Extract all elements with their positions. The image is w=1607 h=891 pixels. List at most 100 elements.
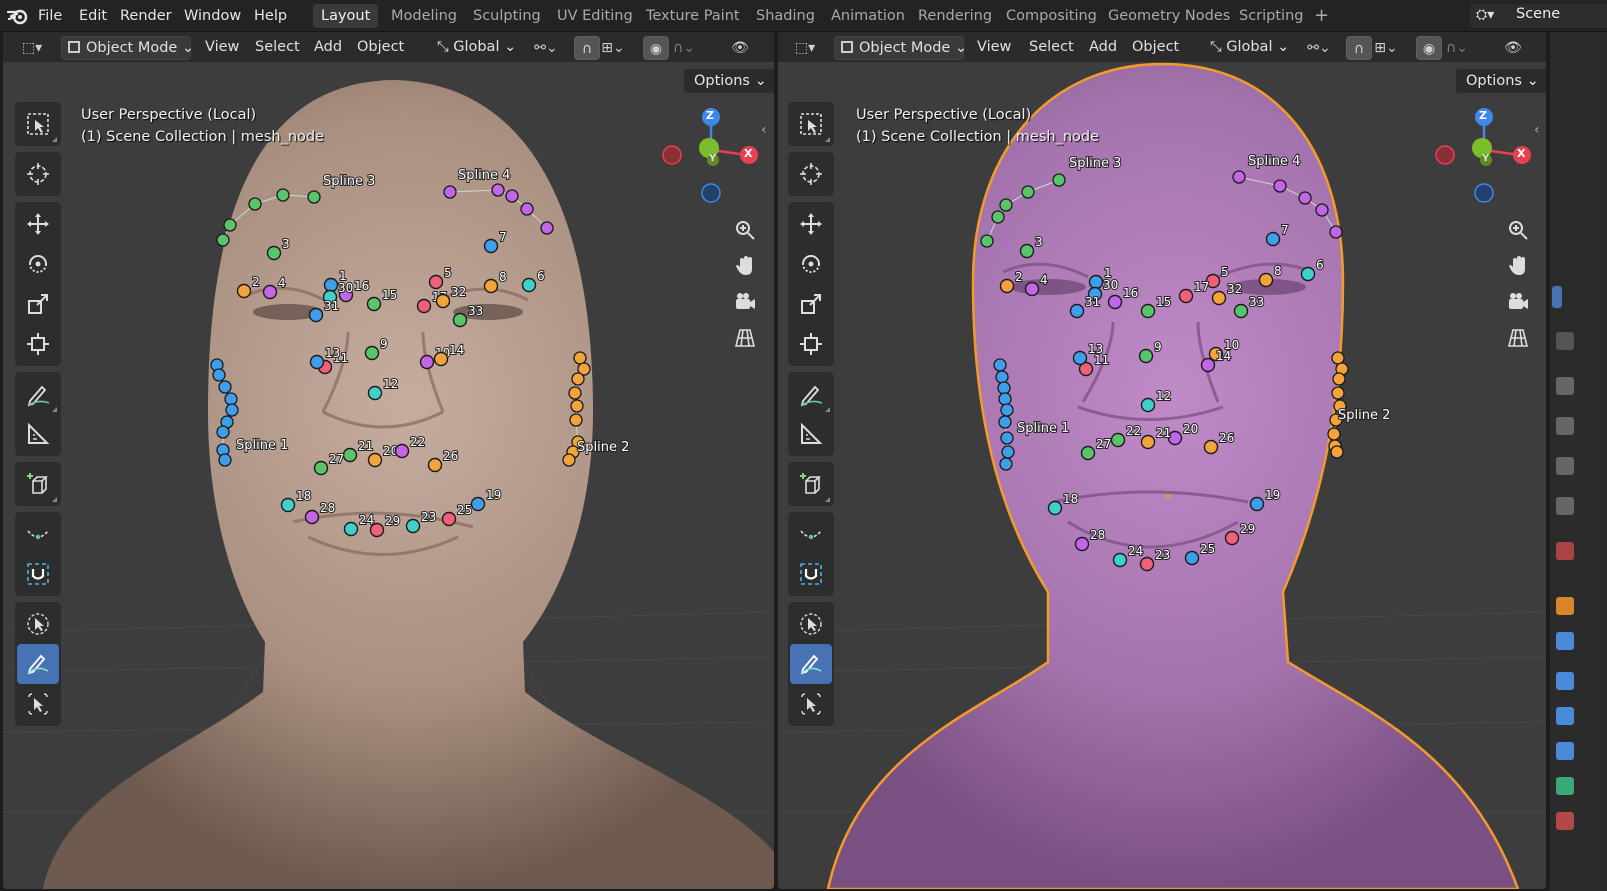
- snap-target-icon[interactable]: ⊞⌄: [600, 36, 626, 60]
- spline-point[interactable]: [568, 386, 582, 400]
- spline-point[interactable]: [1331, 351, 1345, 365]
- properties-tab-active[interactable]: [1552, 286, 1562, 308]
- spline-point[interactable]: [562, 453, 576, 467]
- spline-point[interactable]: [248, 197, 262, 211]
- menu-select[interactable]: Select: [1023, 36, 1080, 60]
- visibility-icon[interactable]: 👁⌄: [727, 36, 753, 80]
- viewport-left[interactable]: Spline 1 Spline 2 Spline 3 Spline 4 12 3 4 5 6 7 8…: [3, 32, 774, 889]
- landmark-point[interactable]: [369, 522, 385, 538]
- spline-point[interactable]: [1000, 403, 1014, 417]
- tab-layout[interactable]: Layout: [313, 4, 379, 28]
- spline-point[interactable]: [216, 425, 230, 439]
- sidebar-toggle-icon[interactable]: ‹: [1534, 122, 1540, 138]
- spline-point[interactable]: [569, 413, 583, 427]
- landmark-point[interactable]: [309, 354, 325, 370]
- measure-tool[interactable]: [17, 414, 59, 454]
- landmark-point[interactable]: [1184, 550, 1200, 566]
- landmark-point[interactable]: [1138, 348, 1154, 364]
- transform-tool[interactable]: [17, 324, 59, 364]
- landmark-point[interactable]: [1233, 303, 1249, 319]
- menu-add[interactable]: Add: [1083, 36, 1123, 60]
- landmark-point[interactable]: [304, 509, 320, 525]
- annotate-tool[interactable]: [790, 374, 832, 414]
- landmark-point[interactable]: [266, 245, 282, 261]
- spline-point[interactable]: [1327, 427, 1341, 441]
- landmark-point[interactable]: [427, 457, 443, 473]
- rotate-tool[interactable]: [790, 244, 832, 284]
- viewport-right[interactable]: Spline 1 Spline 2 Spline 3 Spline 4 12 3 4 5 6 7 8…: [778, 32, 1546, 889]
- physics-properties-icon[interactable]: [1556, 707, 1574, 725]
- landmark-point[interactable]: [1140, 397, 1156, 413]
- tab-animation[interactable]: Animation: [823, 4, 913, 28]
- landmark-point[interactable]: [435, 293, 451, 309]
- camera-icon[interactable]: [729, 284, 761, 320]
- view-layer-properties-icon[interactable]: [1556, 457, 1574, 475]
- pan-hand-icon[interactable]: [729, 248, 761, 284]
- move-tool[interactable]: [17, 204, 59, 244]
- transform-tool[interactable]: [790, 324, 832, 364]
- data-properties-icon[interactable]: [1556, 777, 1574, 795]
- landmark-point[interactable]: [1088, 274, 1104, 290]
- sidebar-toggle-icon[interactable]: ‹: [761, 122, 767, 138]
- move-tool[interactable]: [790, 204, 832, 244]
- landmark-point[interactable]: [342, 447, 358, 463]
- spline-point[interactable]: [443, 185, 457, 199]
- tab-texture-paint[interactable]: Texture Paint: [638, 4, 748, 28]
- editor-type-icon[interactable]: ⬚▾: [19, 36, 45, 60]
- pivot-icon[interactable]: ⚯⌄: [533, 36, 559, 60]
- spline-point[interactable]: [1232, 170, 1246, 184]
- uv-tool[interactable]: [17, 554, 59, 594]
- landmark-point[interactable]: [1265, 231, 1281, 247]
- spline-point[interactable]: [505, 189, 519, 203]
- spline-point[interactable]: [540, 221, 554, 235]
- landmark-point[interactable]: [452, 312, 468, 328]
- spline-point[interactable]: [995, 370, 1009, 384]
- spline-point[interactable]: [573, 351, 587, 365]
- menu-object[interactable]: Object: [1126, 36, 1185, 60]
- spline-point[interactable]: [212, 368, 226, 382]
- orientation-dropdown[interactable]: ⤡ Global ⌄: [1204, 36, 1295, 60]
- menu-window[interactable]: Window: [178, 4, 247, 28]
- landmark-point[interactable]: [280, 497, 296, 513]
- navigation-gizmo-left[interactable]: Z X Y: [657, 102, 767, 212]
- spline-point[interactable]: [1021, 185, 1035, 199]
- spline-point[interactable]: [1000, 431, 1014, 445]
- curve-draw-tool[interactable]: [790, 514, 832, 554]
- menu-view[interactable]: View: [971, 36, 1017, 60]
- proportional-edit-icon[interactable]: ◉: [1416, 36, 1442, 60]
- object-properties-icon[interactable]: [1556, 597, 1574, 615]
- spline-point[interactable]: [276, 188, 290, 202]
- proportional-edit-icon[interactable]: ◉: [643, 36, 669, 60]
- landmark-point[interactable]: [483, 238, 499, 254]
- menu-edit[interactable]: Edit: [73, 4, 113, 28]
- world-properties-icon[interactable]: [1556, 542, 1574, 560]
- spline-point[interactable]: [998, 415, 1012, 429]
- spline-point[interactable]: [307, 190, 321, 204]
- landmark-point[interactable]: [323, 277, 339, 293]
- landmark-point[interactable]: [1024, 281, 1040, 297]
- landmark-point[interactable]: [343, 521, 359, 537]
- scene-properties-icon[interactable]: [1556, 497, 1574, 515]
- output-properties-icon[interactable]: [1556, 417, 1574, 435]
- navigation-gizmo-right[interactable]: Z X Y: [1430, 102, 1540, 212]
- landmark-point[interactable]: [1019, 243, 1035, 259]
- tab-compositing[interactable]: Compositing: [998, 4, 1105, 28]
- landmark-point[interactable]: [1074, 536, 1090, 552]
- landmark-point[interactable]: [1072, 350, 1088, 366]
- spline-point[interactable]: [1331, 386, 1345, 400]
- select-box-tool[interactable]: [790, 104, 832, 144]
- landmark-point[interactable]: [236, 283, 252, 299]
- landmark-point[interactable]: [1140, 434, 1156, 450]
- snap-target-icon[interactable]: ⊞⌄: [1373, 36, 1399, 60]
- spline-point[interactable]: [1330, 445, 1344, 459]
- spline-point[interactable]: [224, 392, 238, 406]
- landmark-point[interactable]: [1224, 530, 1240, 546]
- spline-point[interactable]: [1273, 179, 1287, 193]
- menu-help[interactable]: Help: [248, 4, 293, 28]
- select-pick-tool[interactable]: [790, 684, 832, 724]
- spline-point[interactable]: [218, 380, 232, 394]
- options-dropdown[interactable]: Options ⌄: [1455, 68, 1546, 94]
- select-pick-tool[interactable]: [17, 684, 59, 724]
- spline-point[interactable]: [216, 233, 230, 247]
- tab-modeling[interactable]: Modeling: [383, 4, 465, 28]
